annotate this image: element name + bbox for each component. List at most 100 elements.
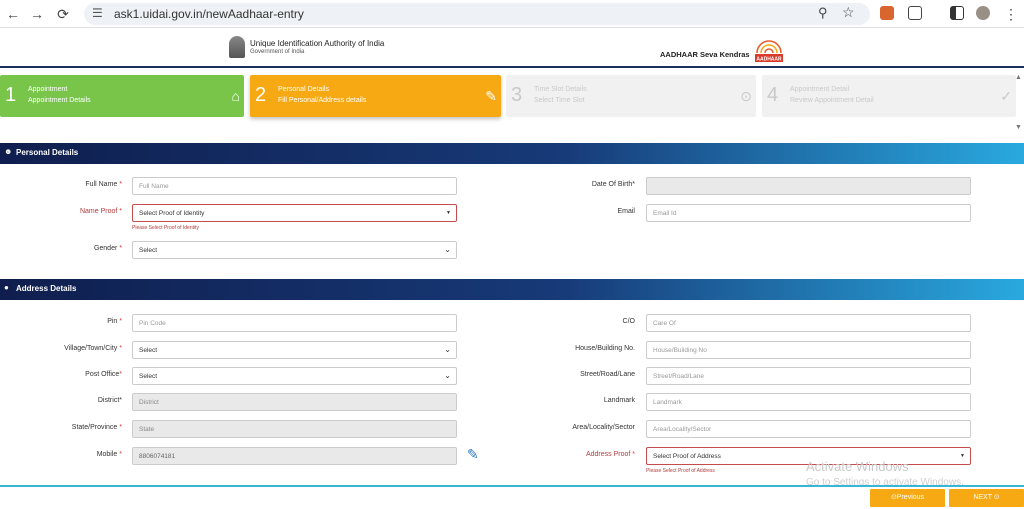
landmark-label: Landmark — [603, 397, 635, 404]
house-input[interactable]: House/Building No — [646, 341, 971, 359]
address-proof-value: Select Proof of Address — [653, 453, 721, 460]
step-subtitle: Review Appointment Detail — [790, 97, 874, 104]
seva-kendra-label: AADHAAR Seva Kendras — [660, 50, 750, 59]
browser-toolbar: ← → ⟳ ☰ ask1.uidai.gov.in/newAadhaar-ent… — [0, 0, 1024, 28]
dob-input — [646, 177, 971, 195]
puzzle-icon[interactable] — [908, 6, 922, 20]
check-icon: ✓ — [1000, 88, 1012, 104]
forward-icon[interactable]: → — [28, 5, 46, 23]
site-info-icon[interactable]: ☰ — [92, 6, 103, 20]
gender-label: Gender * — [93, 245, 122, 252]
emblem-icon — [229, 36, 245, 58]
chevron-down-icon: ⌄ — [444, 245, 451, 254]
village-value: Select — [139, 347, 158, 354]
gender-value: Select — [139, 247, 158, 254]
scroll-down-icon[interactable]: ▼ — [1015, 124, 1022, 131]
name-proof-label: Name Proof * — [79, 208, 122, 215]
street-label: Street/Road/Lane — [580, 371, 635, 378]
address-proof-label: Address Proof * — [585, 451, 635, 458]
caret-icon: ▼ — [960, 453, 965, 459]
pin-input[interactable]: Pin Code — [132, 314, 457, 332]
post-office-value: Select — [139, 373, 158, 380]
district-label: District* — [97, 397, 122, 404]
gender-select[interactable]: Select ⌄ — [132, 241, 457, 259]
step-appointment-detail[interactable]: 4 Appointment Detail Review Appointment … — [762, 75, 1016, 117]
org-subtitle: Government of India — [250, 49, 305, 55]
full-name-input[interactable]: Full Name — [132, 177, 457, 195]
chevron-down-icon: ⌄ — [444, 345, 451, 354]
edit-mobile-icon[interactable]: ✎ — [467, 446, 485, 462]
steps-bar: 1 Appointment Appointment Details ⌂ 2 Pe… — [0, 72, 1024, 134]
dob-label: Date Of Birth* — [591, 181, 635, 188]
site-header: Unique Identification Authority of India… — [0, 28, 1024, 68]
mobile-label: Mobile * — [96, 451, 122, 458]
sidepanel-icon[interactable] — [950, 6, 964, 20]
section-title: Address Details — [16, 284, 77, 293]
state-input: State — [132, 420, 457, 438]
name-proof-error: Please Select Proof of Identity — [132, 225, 199, 231]
care-of-input[interactable]: Care Of — [646, 314, 971, 332]
name-proof-value: Select Proof of Identity — [139, 210, 205, 217]
step-subtitle: Select Time Slot — [534, 97, 585, 104]
step-title: Time Slot Details — [534, 86, 587, 93]
name-proof-select[interactable]: Select Proof of Identity ▼ — [132, 204, 457, 222]
mobile-input: 8806074181 — [132, 447, 457, 465]
district-input: District — [132, 393, 457, 411]
url-text[interactable]: ask1.uidai.gov.in/newAadhaar-entry — [114, 7, 304, 21]
step-title: Appointment — [28, 86, 68, 93]
home-icon: ⌂ — [231, 88, 240, 104]
step-number: 3 — [511, 84, 523, 106]
logo-text: AADHAAR — [756, 57, 782, 63]
location-icon: ⊙ — [740, 88, 752, 104]
email-input[interactable]: Email Id — [646, 204, 971, 222]
step-title: Appointment Detail — [790, 86, 850, 93]
pin-label: Pin * — [107, 318, 122, 325]
post-office-label: Post Office* — [85, 371, 122, 378]
step-subtitle: Fill Personal/Address details — [278, 97, 367, 104]
scroll-up-icon[interactable]: ▲ — [1015, 74, 1022, 81]
area-label: Area/Locality/Sector — [572, 424, 635, 431]
zoom-icon[interactable]: ⚲ — [818, 5, 828, 21]
extension-icon[interactable] — [880, 6, 894, 20]
bookmark-star-icon[interactable]: ☆ — [842, 4, 855, 21]
step-time-slot[interactable]: 3 Time Slot Details Select Time Slot ⊙ — [506, 75, 756, 117]
section-title: Personal Details — [16, 148, 79, 157]
area-input[interactable]: Area/Locality/Sector — [646, 420, 971, 438]
reload-icon[interactable]: ⟳ — [54, 5, 72, 23]
email-label: Email — [617, 208, 635, 215]
next-button[interactable]: NEXT ⊙ — [949, 489, 1024, 507]
address-details-header: ● Address Details — [0, 279, 1024, 300]
village-select[interactable]: Select ⌄ — [132, 341, 457, 359]
personal-details-header: ☻ Personal Details — [0, 143, 1024, 164]
step-number: 2 — [255, 84, 267, 106]
street-input[interactable]: Street/Road/Lane — [646, 367, 971, 385]
full-name-label: Full Name * — [85, 181, 122, 188]
address-proof-error: Please Select Proof of Address — [646, 468, 715, 474]
org-name: Unique Identification Authority of India — [250, 39, 385, 48]
address-bar[interactable]: ☰ ask1.uidai.gov.in/newAadhaar-entry ⚲ ☆ — [84, 3, 870, 25]
step-number: 4 — [767, 84, 779, 106]
user-icon: ☻ — [4, 147, 13, 156]
step-number: 1 — [5, 84, 17, 106]
post-office-select[interactable]: Select ⌄ — [132, 367, 457, 385]
village-label: Village/Town/City * — [64, 345, 122, 352]
step-appointment[interactable]: 1 Appointment Appointment Details ⌂ — [0, 75, 244, 117]
avatar[interactable] — [976, 6, 990, 20]
chevron-down-icon: ⌄ — [444, 371, 451, 380]
co-label: C/O — [622, 318, 635, 325]
step-title: Personal Details — [278, 86, 329, 93]
state-label: State/Province * — [71, 424, 122, 431]
back-icon[interactable]: ← — [4, 5, 22, 23]
step-personal-details[interactable]: 2 Personal Details Fill Personal/Address… — [250, 75, 501, 117]
menu-icon[interactable]: ⋮ — [1002, 5, 1020, 23]
windows-watermark: Activate Windows — [806, 459, 909, 474]
footer-divider — [0, 485, 1024, 487]
location-pin-icon: ● — [4, 283, 9, 292]
landmark-input[interactable]: Landmark — [646, 393, 971, 411]
house-label: House/Building No. — [575, 345, 635, 352]
aadhaar-logo: AADHAAR — [755, 40, 783, 63]
previous-button[interactable]: ⊙Previous — [870, 489, 945, 507]
edit-icon: ✎ — [485, 88, 497, 104]
step-subtitle: Appointment Details — [28, 97, 91, 104]
caret-icon: ▼ — [446, 210, 451, 216]
